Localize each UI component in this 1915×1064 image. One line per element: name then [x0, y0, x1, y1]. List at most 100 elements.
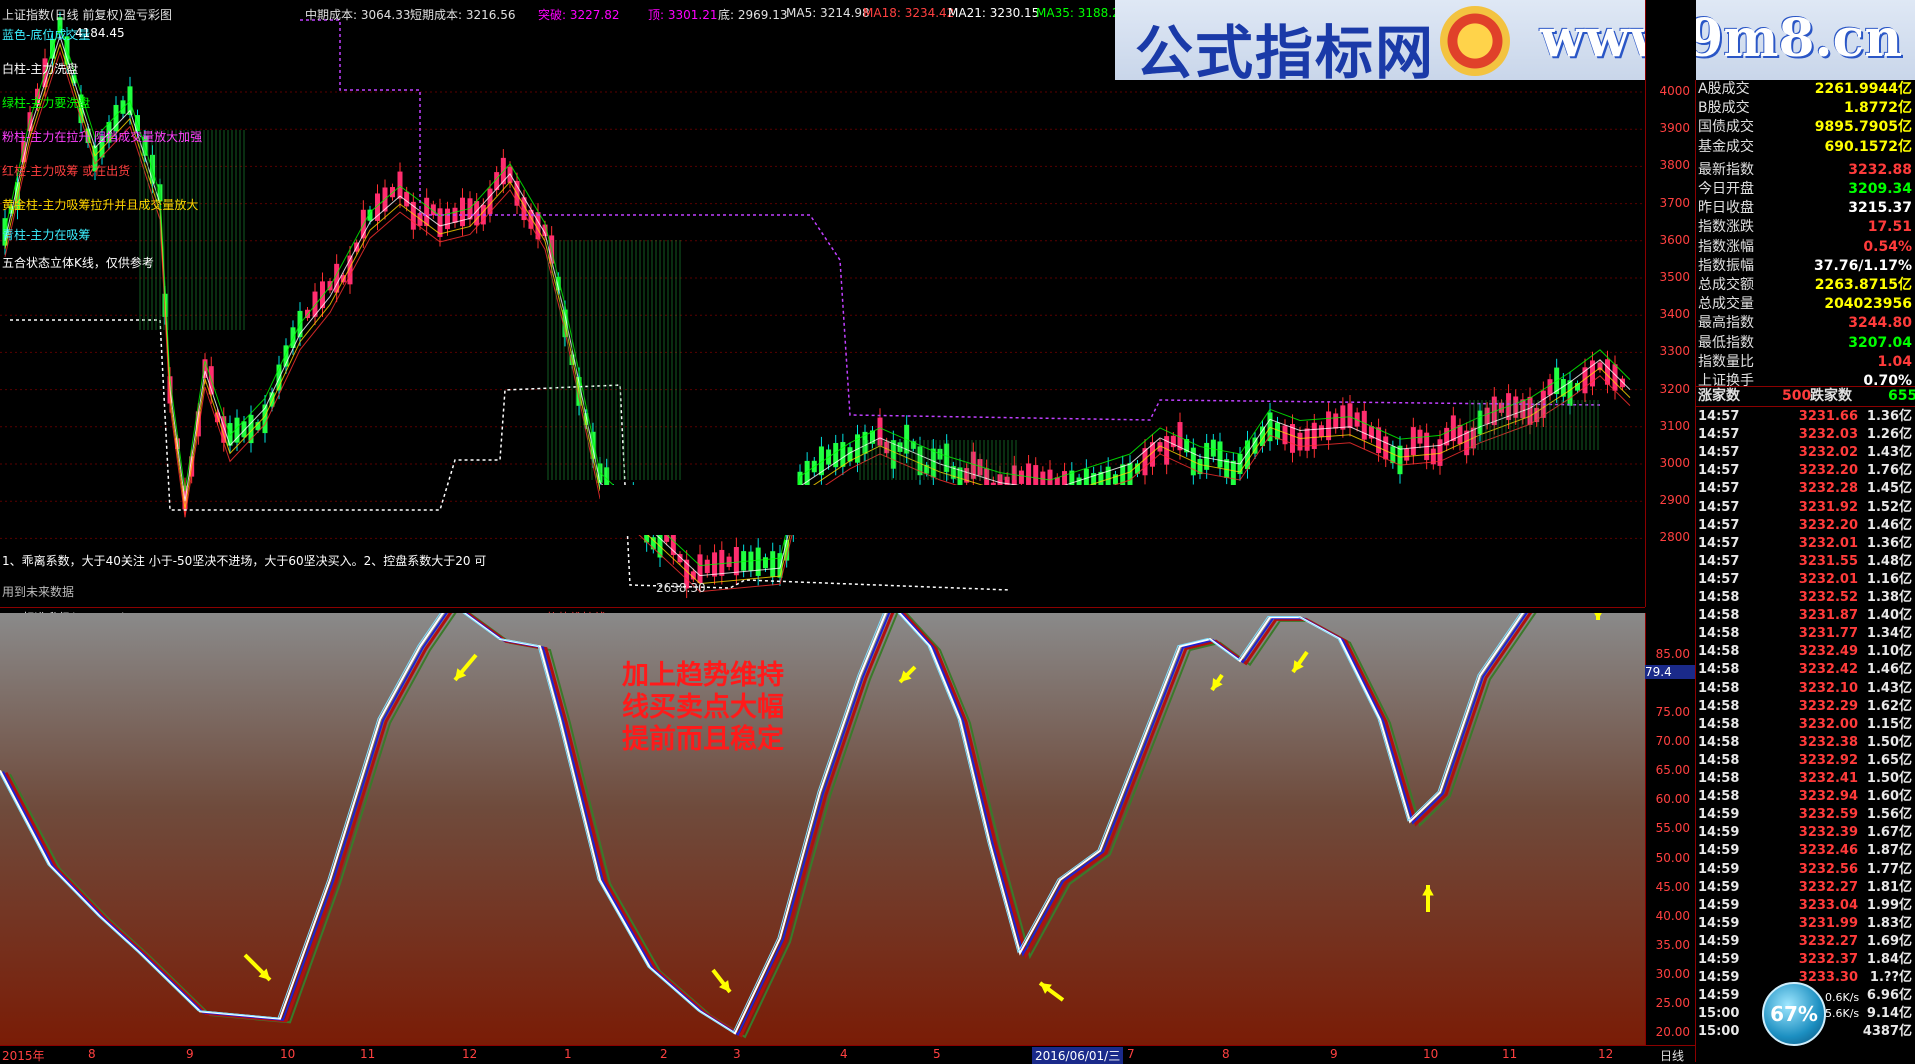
candle-body — [1612, 364, 1618, 391]
candle-body — [755, 547, 761, 576]
tick-time: 14:57 — [1698, 553, 1740, 569]
tick-row: 14:58 3232.00 1.15亿 — [1696, 716, 1915, 734]
site-url: www.9m8.cn — [1540, 8, 1903, 69]
stat-label: 昨日收盘 — [1698, 200, 1754, 217]
tick-row: 14:58 3232.29 1.62亿 — [1696, 698, 1915, 716]
stat-value: 1.04 — [1877, 353, 1912, 370]
legend-cyan: 青柱-主力在吸筹 — [2, 228, 91, 242]
tick-volume: 1.99亿 — [1866, 897, 1912, 913]
tick-time: 14:58 — [1698, 698, 1740, 714]
stat-row: 指数涨幅 0.54% — [1696, 238, 1915, 257]
tick-time: 14:59 — [1698, 897, 1740, 913]
kdj-axis-label: 65.00 — [1655, 763, 1690, 778]
candle-body — [770, 551, 776, 577]
legend-pink: 粉柱-主力在拉升 阻挡成交量放大加强 — [2, 130, 203, 144]
tick-time: 14:59 — [1698, 861, 1740, 877]
candle-body — [404, 191, 410, 207]
tick-row: 14:57 3232.28 1.45亿 — [1696, 480, 1915, 498]
stat-label: 指数量比 — [1698, 353, 1754, 370]
annotation-text: 加上趋势维持 线买卖点大幅 提前而且稳定 — [622, 660, 822, 756]
kdj-lines — [0, 542, 1636, 1039]
tick-row: 14:59 3232.27 1.69亿 — [1696, 933, 1915, 951]
tick-time: 14:58 — [1698, 680, 1740, 696]
stat-value: 1.8772亿 — [1843, 100, 1912, 117]
updown-up-label: 涨家数 — [1698, 388, 1740, 404]
footer-note-2: 用到未来数据 — [2, 585, 75, 599]
price-axis-label: 3200 — [1659, 381, 1690, 396]
tick-price: 3232.29 — [1798, 698, 1858, 714]
stat-row: 指数量比 1.04 — [1696, 353, 1915, 372]
ma5-label: MA5: 3214.98 — [786, 6, 870, 20]
tick-time: 14:58 — [1698, 716, 1740, 732]
updown-down-label: 跌家数 — [1810, 388, 1852, 404]
legend-green: 绿柱-主力要洗盘 — [2, 96, 91, 110]
tick-volume: 1.43亿 — [1866, 445, 1912, 461]
tick-volume: 1.10亿 — [1866, 644, 1912, 660]
candle-body — [1217, 441, 1223, 468]
tick-price: 3232.39 — [1798, 825, 1858, 841]
stat-value: 17.51 — [1867, 219, 1912, 236]
tick-volume: 1.46亿 — [1866, 662, 1912, 678]
tick-volume: 1.69亿 — [1866, 933, 1912, 949]
kdj-axis-label: 25.00 — [1655, 996, 1690, 1010]
watermark-banner: 公式指标网 www.9m8.cn — [1115, 0, 1915, 87]
stat-label: 指数振幅 — [1698, 257, 1754, 274]
stat-row: B股成交 1.8772亿 — [1696, 99, 1915, 118]
tick-row: 14:57 3231.55 1.48亿 — [1696, 553, 1915, 571]
kdj-axis-label: 75.00 — [1655, 705, 1690, 719]
candle-body — [445, 208, 450, 230]
candle-body — [704, 559, 710, 574]
price-chart[interactable]: 上证指数(日线 前复权) 盈亏彩图 中期成本: 3064.33 短期成本: 32… — [0, 0, 1645, 607]
tick-volume: 1.60亿 — [1866, 789, 1912, 805]
candle-body — [1333, 413, 1339, 429]
tick-price: 3232.49 — [1798, 644, 1858, 660]
tick-time: 14:58 — [1698, 626, 1740, 642]
candle-body — [424, 197, 430, 227]
tick-row: 14:59 3233.04 1.99亿 — [1696, 897, 1915, 915]
kdj-current-tag: 79.4 — [1645, 665, 1695, 679]
tick-volume: 1.36亿 — [1866, 535, 1912, 551]
period-label[interactable]: 日线 — [1660, 1047, 1684, 1064]
date-axis-label: 11 — [360, 1047, 376, 1061]
tick-row: 14:59 3232.37 1.84亿 — [1696, 951, 1915, 969]
stat-value: 3232.88 — [1848, 161, 1912, 178]
tick-row: 14:58 3232.94 1.60亿 — [1696, 788, 1915, 806]
stat-value: 37.76/1.17% — [1814, 257, 1912, 274]
tick-volume: 1.48亿 — [1866, 553, 1912, 569]
breakout-label: 突破: 3227.82 — [538, 8, 620, 22]
upload-rate: 0.6K/s — [1825, 991, 1860, 1004]
candle-body — [1457, 424, 1463, 445]
tick-time: 14:59 — [1698, 970, 1740, 986]
tick-time: 15:00 — [1698, 1006, 1740, 1022]
tick-price: 3232.28 — [1798, 481, 1858, 497]
tick-volume: 1.46亿 — [1866, 517, 1912, 533]
kdj-indicator-panel[interactable] — [0, 542, 1645, 1045]
tick-volume: 1.83亿 — [1866, 915, 1912, 931]
date-axis-label: 12 — [462, 1047, 478, 1061]
stat-row: 国债成交 9895.7905亿 — [1696, 118, 1915, 137]
price-axis-label: 3400 — [1659, 307, 1690, 322]
tick-volume: 1.84亿 — [1866, 952, 1912, 967]
tick-time: 14:57 — [1698, 409, 1740, 424]
tick-row: 14:58 3232.49 1.10亿 — [1696, 643, 1915, 661]
date-axis-label: 2016/06/01/三 — [1032, 1047, 1124, 1064]
stat-row: 指数振幅 37.76/1.17% — [1696, 257, 1915, 276]
network-speed-gauge[interactable]: 67% — [1762, 982, 1826, 1046]
candle-body — [1361, 410, 1367, 440]
tick-row: 14:57 3232.01 1.36亿 — [1696, 535, 1915, 553]
date-axis-label: 8 — [88, 1047, 96, 1061]
kdj-axis-label: 55.00 — [1655, 821, 1690, 836]
tick-row: 14:57 3231.92 1.52亿 — [1696, 499, 1915, 517]
date-axis-label: 2015年 — [2, 1049, 45, 1063]
date-axis-label: 4 — [840, 1047, 848, 1061]
candle-body — [1397, 445, 1403, 475]
tick-volume: 1.38亿 — [1866, 590, 1912, 605]
stat-value: 0.54% — [1863, 238, 1912, 255]
price-axis-label: 4000 — [1659, 84, 1690, 98]
tick-time: 14:58 — [1698, 771, 1740, 786]
stat-label: 总成交额 — [1698, 277, 1754, 293]
kdj-axis-label: 50.00 — [1655, 850, 1690, 865]
stat-row: A股成交 2261.9944亿 — [1696, 80, 1915, 99]
date-axis-label: 7 — [1127, 1047, 1135, 1061]
stat-row: 今日开盘 3209.34 — [1696, 180, 1915, 199]
